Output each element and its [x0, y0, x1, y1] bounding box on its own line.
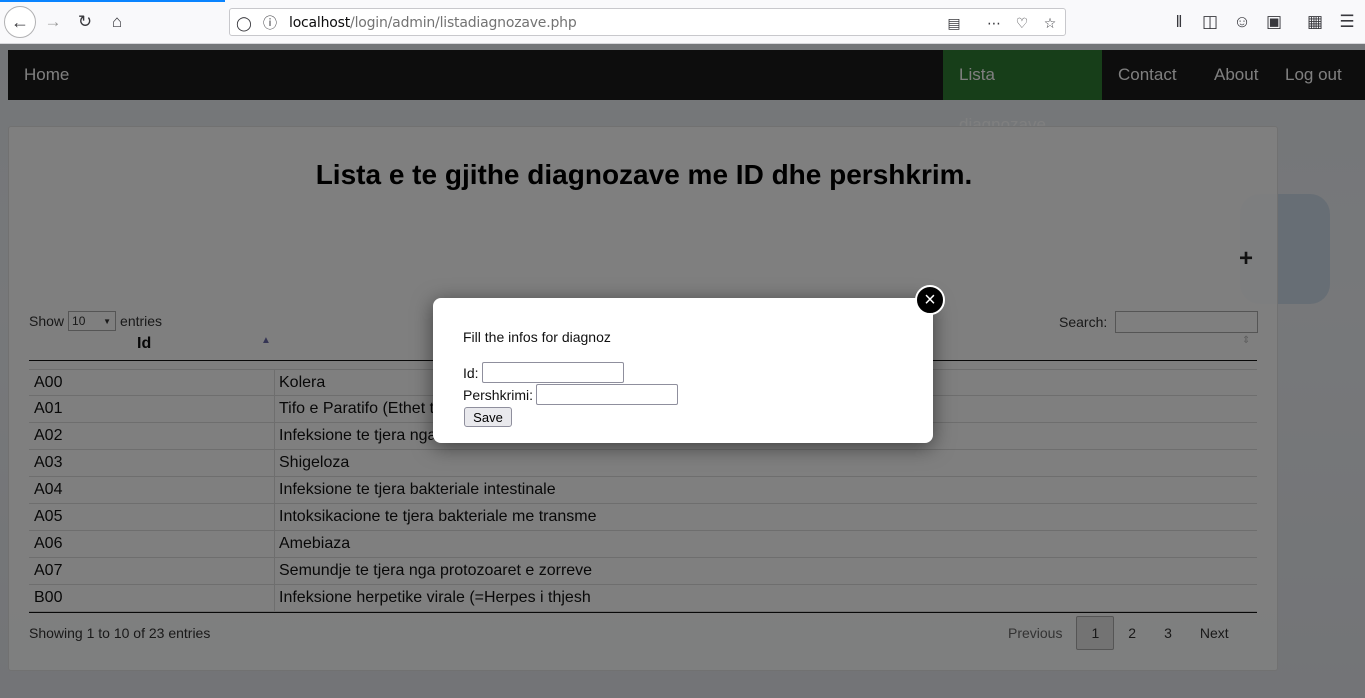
reload-button[interactable]: ↻: [71, 8, 99, 36]
extension-icon[interactable]: ▣: [1260, 8, 1288, 36]
url-text: localhost/login/admin/listadiagnozave.ph…: [289, 15, 577, 31]
browser-toolbar: ← → ↻ ⌂ ◯ ⓘ localhost/login/admin/listad…: [0, 0, 1365, 44]
id-label: Id:: [463, 364, 479, 381]
save-button[interactable]: Save: [464, 407, 512, 427]
id-row: Id:: [463, 362, 624, 383]
pocket-icon[interactable]: ♡: [1012, 13, 1032, 33]
description-label: Pershkrimi:: [463, 386, 534, 403]
sidebar-icon[interactable]: ◫: [1196, 8, 1224, 36]
shield-icon[interactable]: ◯: [234, 13, 254, 33]
home-button[interactable]: ⌂: [103, 8, 131, 36]
modal-heading: Fill the infos for diagnoz: [463, 329, 611, 345]
reader-view-icon[interactable]: ▤: [944, 13, 964, 33]
description-input[interactable]: [536, 384, 679, 405]
account-icon[interactable]: ☺: [1228, 8, 1256, 36]
menu-icon[interactable]: ☰: [1333, 8, 1361, 36]
library-icon[interactable]: ‖: [1165, 8, 1193, 36]
active-tab-indicator: [0, 0, 225, 2]
description-row: Pershkrimi:: [463, 384, 679, 405]
forward-button[interactable]: →: [39, 8, 67, 36]
url-host: localhost: [289, 15, 351, 31]
url-path: /login/admin/listadiagnozave.php: [350, 15, 577, 31]
address-bar[interactable]: ◯ ⓘ localhost/login/admin/listadiagnozav…: [229, 8, 1066, 36]
extensions-puzzle-icon[interactable]: ▦: [1301, 8, 1329, 36]
id-input[interactable]: [481, 362, 624, 383]
info-icon[interactable]: ⓘ: [260, 13, 280, 33]
add-diagnosis-modal: Fill the infos for diagnoz Id: Pershkrim…: [433, 298, 933, 443]
close-icon[interactable]: ×: [915, 285, 945, 315]
bookmark-star-icon[interactable]: ☆: [1040, 13, 1060, 33]
back-button[interactable]: ←: [4, 6, 36, 38]
more-actions-icon[interactable]: ⋯: [984, 13, 1004, 33]
